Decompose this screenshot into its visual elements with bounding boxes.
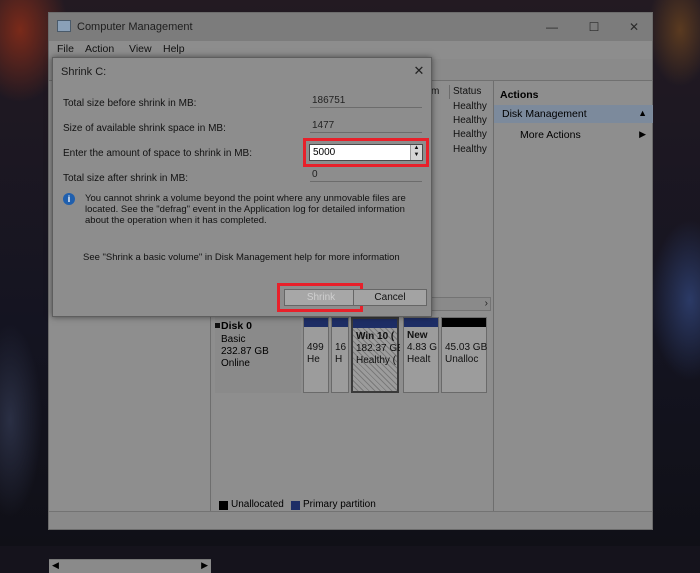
- partition-new[interactable]: New 4.83 G Healt: [403, 317, 439, 393]
- shrink-amount-input[interactable]: [309, 144, 423, 161]
- info-icon: i: [63, 193, 75, 205]
- partition-bar: [304, 318, 328, 327]
- more-actions-link[interactable]: More Actions: [520, 129, 581, 141]
- volume-status: Healthy: [453, 115, 487, 126]
- menu-view[interactable]: View: [129, 43, 152, 55]
- menu-help[interactable]: Help: [163, 43, 185, 55]
- partition-size: 499: [307, 342, 324, 353]
- partition-status: Unalloc: [445, 354, 479, 365]
- partition-efi[interactable]: 16 H: [331, 317, 349, 393]
- shrink-dialog: Shrink C: ✕ Total size before shrink in …: [52, 57, 432, 317]
- partition-title: Win 10 (: [356, 331, 395, 342]
- disk-size: 232.87 GB: [221, 346, 269, 357]
- partition-status: He: [307, 354, 320, 365]
- dialog-title: Shrink C:: [61, 66, 107, 78]
- partition-recovery[interactable]: 499 He: [303, 317, 329, 393]
- scroll-right-icon[interactable]: ▶: [201, 560, 208, 571]
- info-message: You cannot shrink a volume beyond the po…: [85, 193, 406, 226]
- disk-name: Disk 0: [221, 320, 252, 332]
- volume-status: Healthy: [453, 129, 487, 140]
- spin-up-icon[interactable]: ▲: [411, 145, 422, 152]
- status-bar: [49, 511, 652, 529]
- disk-0-label[interactable]: Disk 0 Basic 232.87 GB Online: [215, 317, 301, 393]
- actions-pane: Actions Disk Management ▲ More Actions ▶: [493, 81, 653, 511]
- chevron-right-icon: ▶: [639, 129, 646, 139]
- maximize-icon[interactable]: ☐: [579, 17, 609, 37]
- minimize-icon[interactable]: —: [537, 17, 567, 37]
- label-shrink-amount: Enter the amount of space to shrink in M…: [63, 148, 252, 159]
- partition-unallocated[interactable]: 45.03 GB Unalloc: [441, 317, 487, 393]
- partition-bar: [442, 318, 486, 327]
- volume-status: Healthy: [453, 144, 487, 155]
- partition-size: 45.03 GB: [445, 342, 487, 353]
- value-total-after: 0: [310, 168, 422, 182]
- spin-down-icon[interactable]: ▼: [411, 152, 422, 159]
- legend-unallocated: Unallocated: [231, 499, 284, 510]
- scroll-right-icon[interactable]: ›: [485, 298, 488, 309]
- partition-status: Healthy (: [356, 355, 397, 366]
- partition-bar: [404, 318, 438, 327]
- partition-status: Healt: [407, 354, 431, 365]
- partition-size: 4.83 G: [407, 342, 438, 353]
- partition-bar: [332, 318, 348, 327]
- primary-swatch: [291, 501, 300, 510]
- shrink-amount-stepper[interactable]: ▲ ▼: [410, 145, 422, 160]
- disk-graphical-view: Disk 0 Basic 232.87 GB Online 499 He 16 …: [213, 313, 491, 510]
- computer-management-icon: [57, 20, 71, 32]
- disk-type: Basic: [221, 334, 246, 345]
- partition-win10[interactable]: Win 10 ( 182.37 GB Healthy (: [351, 317, 400, 393]
- partition-title: New: [407, 330, 428, 341]
- shrink-button[interactable]: Shrink: [284, 289, 358, 306]
- partition-status: H: [335, 354, 343, 365]
- collapse-up-icon[interactable]: ▲: [638, 108, 647, 118]
- scroll-left-icon[interactable]: ◀: [52, 560, 59, 571]
- unallocated-swatch: [219, 501, 228, 510]
- left-horizontal-scrollbar[interactable]: ◀ ▶: [49, 559, 211, 573]
- disk-state: Online: [221, 358, 250, 369]
- value-available-shrink: 1477: [310, 119, 422, 133]
- close-icon[interactable]: ✕: [409, 61, 429, 81]
- cancel-button[interactable]: Cancel: [353, 289, 427, 306]
- actions-section-label: Disk Management: [502, 108, 587, 120]
- label-available-shrink: Size of available shrink space in MB:: [63, 123, 226, 134]
- actions-disk-management[interactable]: Disk Management ▲: [494, 105, 653, 123]
- close-icon[interactable]: ✕: [619, 17, 649, 37]
- menu-action[interactable]: Action: [85, 43, 114, 55]
- disk-icon: [215, 323, 220, 328]
- partition-bar: [353, 319, 397, 328]
- volume-status: Healthy: [453, 101, 487, 112]
- window-title: Computer Management: [77, 21, 193, 33]
- column-header-status[interactable]: Status: [449, 85, 491, 99]
- partition-size: 182.37 GB: [356, 343, 400, 354]
- value-total-before: 186751: [310, 94, 422, 108]
- legend-primary: Primary partition: [303, 499, 376, 510]
- label-total-before: Total size before shrink in MB:: [63, 98, 197, 109]
- help-message: See "Shrink a basic volume" in Disk Mana…: [83, 252, 400, 263]
- label-total-after: Total size after shrink in MB:: [63, 173, 189, 184]
- actions-title: Actions: [500, 89, 539, 101]
- menu-file[interactable]: File: [57, 43, 74, 55]
- partition-size: 16: [335, 342, 347, 353]
- title-bar[interactable]: Computer Management — ☐ ✕: [49, 13, 652, 41]
